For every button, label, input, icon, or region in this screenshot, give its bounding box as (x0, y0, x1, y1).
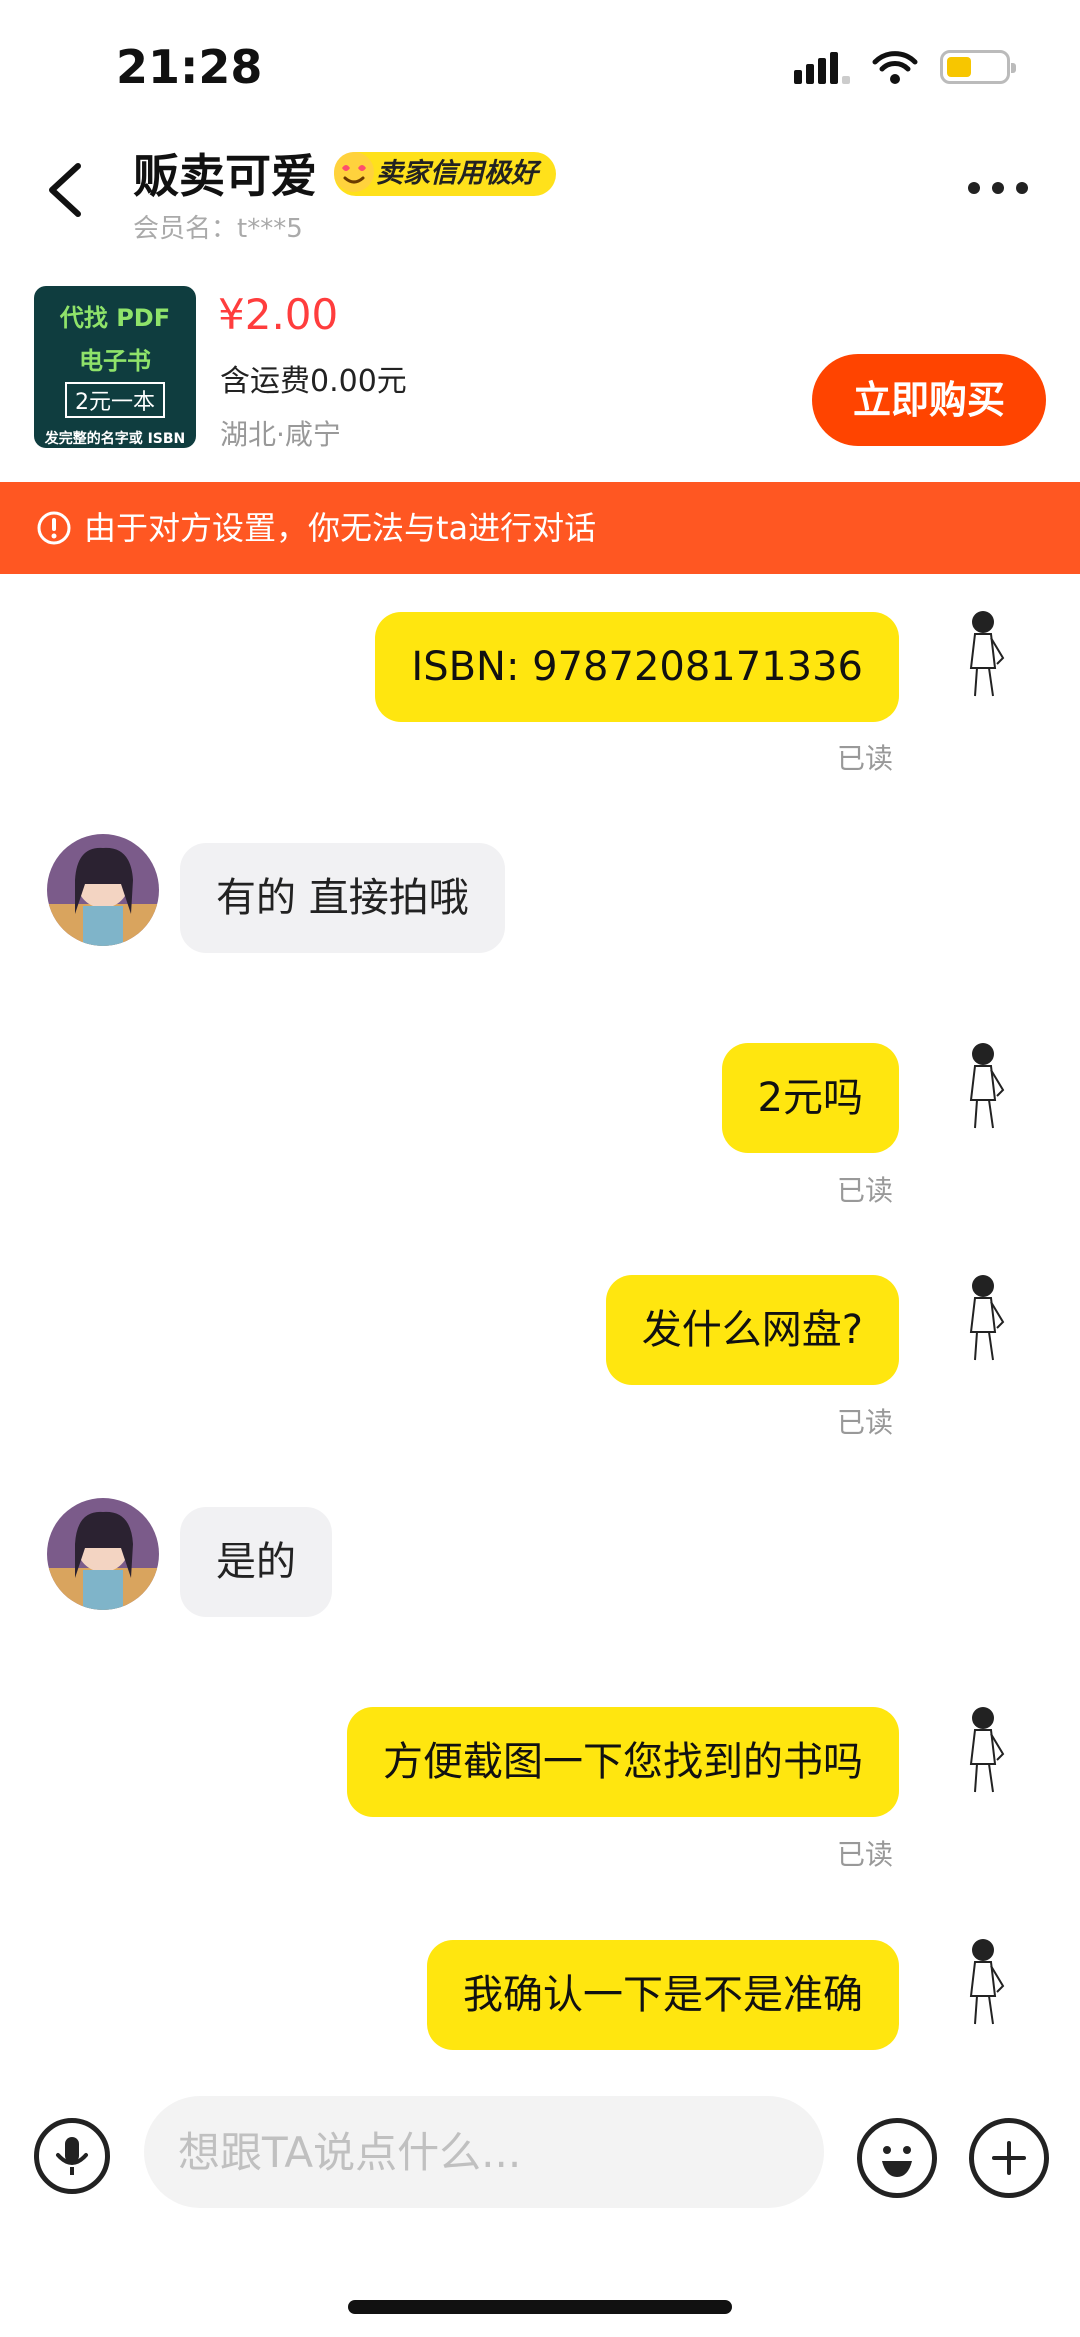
read-status: 已读 (837, 1838, 894, 1871)
seller-avatar[interactable] (47, 1498, 159, 1610)
message-bubble-sent[interactable]: 方便截图一下您找到的书吗 (347, 1707, 899, 1817)
warning-icon (37, 511, 71, 545)
status-icons (794, 50, 1016, 84)
buy-now-button[interactable]: 立即购买 (812, 354, 1046, 446)
more-actions-button[interactable] (969, 2118, 1049, 2198)
heart-eyes-emoji-icon (334, 152, 374, 192)
warning-text: 由于对方设置，你无法与ta进行对话 (84, 509, 597, 547)
product-thumbnail[interactable]: 代找 PDF 电子书 2元一本 发完整的名字或 ISBN (34, 286, 196, 448)
emoji-button[interactable] (857, 2118, 937, 2198)
seller-avatar-image (47, 834, 159, 946)
message-bubble-sent[interactable]: 我确认一下是不是准确 (427, 1940, 899, 2050)
my-avatar-icon[interactable] (953, 1272, 1013, 1364)
seller-avatar[interactable] (47, 834, 159, 946)
product-thumbnail-line3: 2元一本 (65, 382, 165, 418)
message-input[interactable] (144, 2096, 824, 2208)
plus-icon (992, 2141, 1026, 2175)
message-bubble-sent[interactable]: ISBN: 9787208171336 (375, 612, 899, 722)
status-time: 21:28 (116, 40, 263, 94)
chat-restriction-banner: 由于对方设置，你无法与ta进行对话 (0, 482, 1080, 574)
wifi-icon (872, 51, 918, 84)
product-thumbnail-line2: 电子书 (79, 347, 151, 375)
message-bubble-sent[interactable]: 2元吗 (721, 1043, 899, 1153)
my-avatar-icon[interactable] (953, 1040, 1013, 1132)
product-thumbnail-line1: 代找 PDF (59, 304, 171, 332)
microphone-icon (56, 2137, 88, 2175)
message-bubble-received[interactable]: 是的 (180, 1507, 332, 1617)
credit-badge: 卖家信用极好 (334, 152, 556, 196)
back-arrow-icon[interactable] (42, 160, 90, 220)
product-thumbnail-line4: 发完整的名字或 ISBN (44, 431, 186, 447)
smiley-icon (882, 2146, 912, 2177)
battery-icon (940, 50, 1016, 84)
shipping-fee: 含运费0.00元 (220, 364, 407, 399)
seller-location: 湖北·咸宁 (220, 418, 341, 451)
my-avatar-icon[interactable] (953, 608, 1013, 700)
credit-badge-label: 卖家信用极好 (376, 158, 538, 189)
message-bubble-received[interactable]: 有的 直接拍哦 (180, 843, 505, 953)
read-status: 已读 (837, 1174, 894, 1207)
read-status: 已读 (837, 1406, 894, 1439)
my-avatar-icon[interactable] (953, 1936, 1013, 2028)
read-status: 已读 (837, 742, 894, 775)
seller-avatar-image (47, 1498, 159, 1610)
product-price: ¥2.00 (218, 290, 339, 339)
my-avatar-icon[interactable] (953, 1704, 1013, 1796)
signal-icon (794, 52, 850, 84)
voice-input-button[interactable] (34, 2118, 110, 2194)
seller-name[interactable]: 贩卖可爱 (133, 140, 317, 206)
more-options-icon[interactable] (968, 182, 1028, 194)
home-indicator (348, 2300, 732, 2314)
member-name: 会员名：t***5 (133, 214, 303, 244)
message-bubble-sent[interactable]: 发什么网盘? (605, 1275, 899, 1385)
